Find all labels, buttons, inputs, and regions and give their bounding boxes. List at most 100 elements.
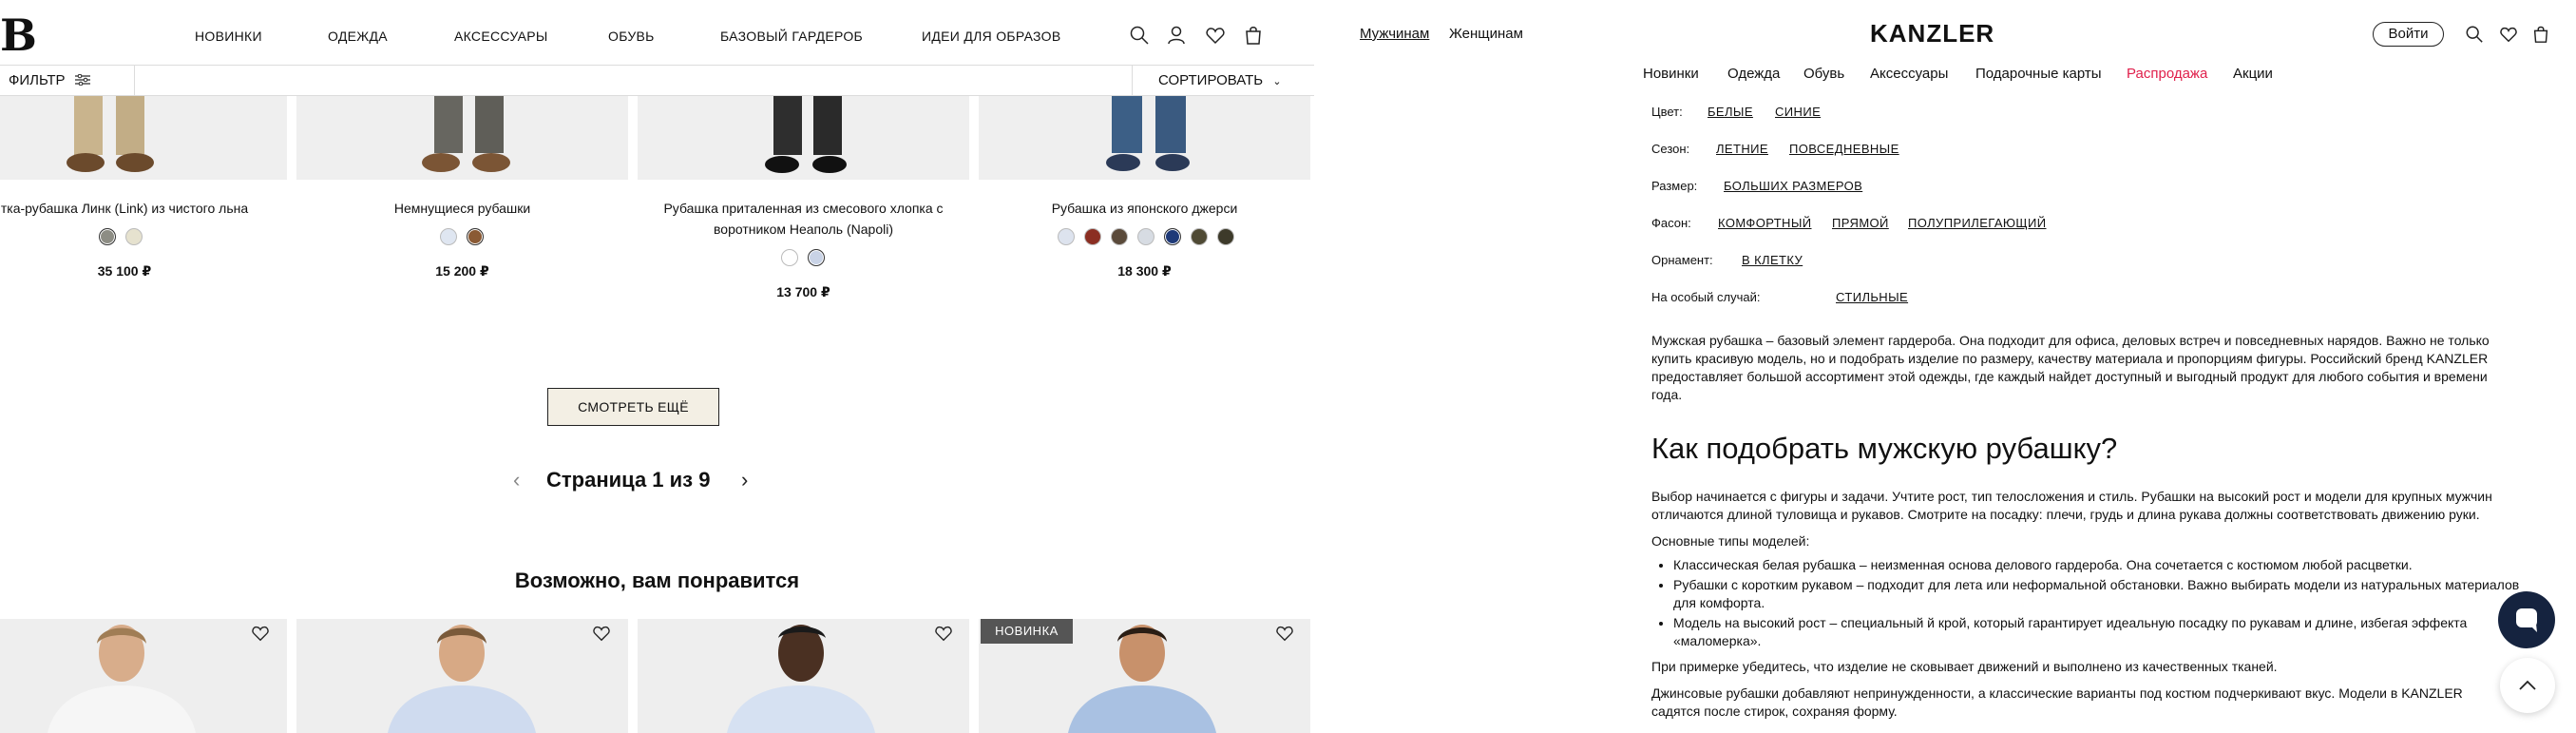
color-swatch[interactable]: [1217, 228, 1234, 245]
tag-link-semi-fitted[interactable]: ПОЛУПРИЛЕГАЮЩИЙ: [1908, 216, 2047, 230]
chevron-down-icon: ⌄: [1272, 76, 1282, 87]
category-gift-cards[interactable]: Подарочные карты: [1975, 66, 2102, 82]
color-swatch[interactable]: [467, 228, 484, 245]
product-photo-light-blue-shirt: [727, 625, 875, 733]
filter-bar: ФИЛЬТР СОРТИРОВАТЬ ⌄: [0, 65, 1314, 96]
color-swatch[interactable]: [1137, 228, 1154, 245]
types-label: Основные типы моделей:: [1651, 533, 1810, 549]
kanzler-logo[interactable]: KANZLER: [1870, 19, 1994, 48]
nav-clothes[interactable]: ОДЕЖДА: [328, 29, 388, 44]
nav-basic-wardrobe[interactable]: БАЗОВЫЙ ГАРДЕРОБ: [720, 29, 863, 44]
category-new[interactable]: Новинки: [1643, 66, 1699, 82]
recommendation-card[interactable]: [0, 619, 287, 733]
chevron-left-icon[interactable]: ‹: [513, 468, 520, 492]
filter-label: ФИЛЬТР: [9, 72, 66, 88]
page-indicator: Страница 1 из 9: [546, 468, 711, 492]
product-title[interactable]: тка-рубашка Линк (Link) из чистого льна: [0, 198, 249, 219]
nav-shoes[interactable]: ОБУВЬ: [608, 29, 655, 44]
color-swatch[interactable]: [99, 228, 116, 245]
new-badge: НОВИНКА: [981, 619, 1073, 644]
product-photo-trousers-beige: [67, 96, 154, 172]
tag-link-summer[interactable]: ЛЕТНИЕ: [1716, 142, 1768, 156]
product-title[interactable]: Немнущиеся рубашки: [296, 198, 628, 219]
tag-link-casual[interactable]: ПОВСЕДНЕВНЫЕ: [1789, 142, 1899, 156]
heart-icon[interactable]: [592, 624, 611, 643]
color-swatch[interactable]: [1191, 228, 1208, 245]
sort-label: СОРТИРОВАТЬ: [1158, 72, 1264, 88]
site-header: B НОВИНКИ ОДЕЖДА АКСЕССУАРЫ ОБУВЬ БАЗОВЫ…: [0, 0, 1314, 65]
scroll-to-top-button[interactable]: [2500, 658, 2555, 713]
list-item: Модель на высокий рост – специальный й к…: [1673, 614, 2530, 650]
filter-button[interactable]: ФИЛЬТР: [0, 66, 135, 95]
product-title[interactable]: Рубашка из японского джерси: [979, 198, 1310, 219]
user-icon[interactable]: [1166, 25, 1187, 46]
tag-label-fit: Фасон:: [1651, 216, 1691, 230]
tag-link-white[interactable]: БЕЛЫЕ: [1708, 105, 1753, 119]
intro-line: купить красивую модель, но и подобрать и…: [1651, 351, 2489, 366]
tag-label-pattern: Орнамент:: [1651, 253, 1713, 267]
tag-label-color: Цвет:: [1651, 105, 1683, 119]
product-image[interactable]: [979, 96, 1310, 180]
heart-icon[interactable]: [2499, 25, 2518, 44]
color-swatch[interactable]: [808, 249, 825, 266]
product-photo-trousers-black: [765, 96, 847, 173]
nav-novinki[interactable]: НОВИНКИ: [195, 29, 262, 44]
tag-link-stylish[interactable]: СТИЛЬНЫЕ: [1836, 290, 1908, 304]
heart-icon[interactable]: [934, 624, 953, 643]
nav-accessories[interactable]: АКСЕССУАРЫ: [454, 29, 548, 44]
search-icon[interactable]: [1129, 25, 1150, 46]
heart-icon[interactable]: [1205, 25, 1226, 46]
search-icon[interactable]: [2465, 25, 2484, 44]
category-clothes[interactable]: Одежда: [1727, 66, 1780, 82]
chat-button[interactable]: [2498, 591, 2555, 648]
login-button[interactable]: Войти: [2373, 22, 2444, 47]
tag-label-size: Размер:: [1651, 179, 1698, 193]
category-accessories[interactable]: Аксессуары: [1870, 66, 1948, 82]
color-swatch[interactable]: [1058, 228, 1075, 245]
nav-outfit-ideas[interactable]: ИДЕИ ДЛЯ ОБРАЗОВ: [922, 29, 1061, 44]
product-price: 15 200 ₽: [435, 263, 489, 279]
cart-icon[interactable]: [2531, 25, 2550, 44]
product-price: 13 700 ₽: [776, 284, 830, 299]
recommendation-card[interactable]: [296, 619, 628, 733]
tag-link-big-sizes[interactable]: БОЛЬШИХ РАЗМЕРОВ: [1724, 179, 1862, 193]
sort-button[interactable]: СОРТИРОВАТЬ ⌄: [1132, 66, 1314, 95]
product-image[interactable]: [296, 96, 628, 180]
tab-men[interactable]: Мужчинам: [1360, 26, 1429, 42]
model-types-list: Классическая белая рубашка – неизменная …: [1656, 556, 2530, 652]
tag-link-check[interactable]: В КЛЕТКУ: [1742, 253, 1803, 267]
chevron-right-icon[interactable]: ›: [741, 468, 748, 492]
category-sale[interactable]: Распродажа: [2127, 66, 2207, 82]
product-title[interactable]: Рубашка приталенная из смесового хлопка …: [638, 198, 969, 219]
category-promotions[interactable]: Акции: [2233, 66, 2273, 82]
product-photo-jeans: [1106, 96, 1190, 171]
product-photo-trousers-grey: [422, 96, 510, 172]
paragraph-line: Выбор начинается с фигуры и задачи. Учти…: [1651, 489, 2492, 504]
recommendation-card[interactable]: [638, 619, 969, 733]
cart-icon[interactable]: [1243, 25, 1264, 46]
tab-women[interactable]: Женщинам: [1449, 26, 1523, 42]
tag-label-occasion: На особый случай:: [1651, 290, 1761, 304]
color-swatch[interactable]: [1084, 228, 1101, 245]
pagination: ‹ Страница 1 из 9 ›: [513, 466, 760, 494]
heart-icon[interactable]: [1275, 624, 1294, 643]
product-image[interactable]: [638, 96, 969, 180]
product-title[interactable]: воротником Неаполь (Napoli): [638, 219, 969, 240]
product-photo-white-shirt: [48, 625, 196, 733]
intro-line: года.: [1651, 387, 1683, 402]
section-heading: Как подобрать мужскую рубашку?: [1651, 432, 2118, 465]
color-swatch[interactable]: [781, 249, 798, 266]
list-item: Классическая белая рубашка – неизменная …: [1673, 556, 2530, 574]
category-shoes[interactable]: Обувь: [1803, 66, 1844, 82]
tag-link-comfort[interactable]: КОМФОРТНЫЙ: [1718, 216, 1812, 230]
color-swatch[interactable]: [1111, 228, 1128, 245]
load-more-button[interactable]: СМОТРЕТЬ ЕЩЁ: [547, 388, 719, 426]
heart-icon[interactable]: [251, 624, 270, 643]
site-logo[interactable]: B: [0, 13, 37, 57]
color-swatch[interactable]: [1164, 228, 1181, 245]
product-image[interactable]: [0, 96, 287, 180]
tag-link-straight[interactable]: ПРЯМОЙ: [1832, 216, 1889, 230]
tag-link-blue[interactable]: СИНИЕ: [1775, 105, 1821, 119]
color-swatch[interactable]: [125, 228, 143, 245]
color-swatch[interactable]: [440, 228, 457, 245]
